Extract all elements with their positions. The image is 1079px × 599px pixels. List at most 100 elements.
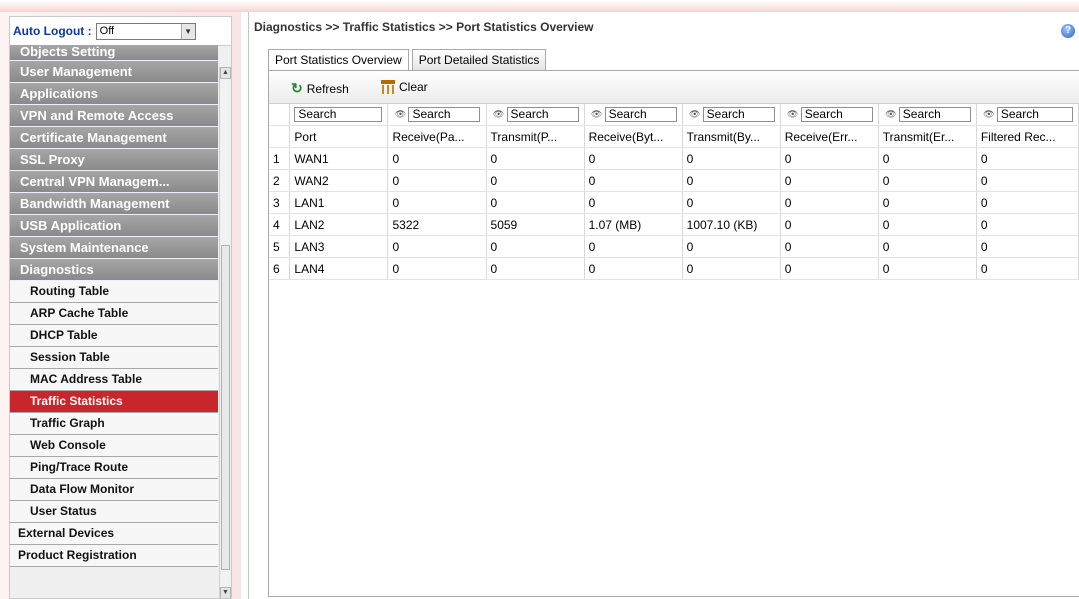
table-cell: 0 xyxy=(387,169,487,192)
table-cell: 0 xyxy=(780,147,879,170)
sidebar-subitem-ping-trace-route[interactable]: Ping/Trace Route xyxy=(10,457,218,479)
help-icon[interactable]: ? xyxy=(1061,24,1075,38)
table-cell: WAN1 xyxy=(289,147,389,170)
table-cell: 0 xyxy=(682,235,781,258)
clear-button[interactable]: Clear xyxy=(381,80,428,94)
table-cell: 0 xyxy=(878,191,977,214)
filter-eye-icon[interactable]: 👁 xyxy=(491,109,507,120)
table-row[interactable]: 2 WAN2 0 0 0 0 0 0 0 xyxy=(269,169,1079,192)
filter-eye-icon[interactable]: 👁 xyxy=(785,109,801,120)
auto-logout-value: Off xyxy=(99,25,115,37)
sidebar-subitem-user-status[interactable]: User Status xyxy=(10,501,218,523)
table-row[interactable]: 1 WAN1 0 0 0 0 0 0 0 xyxy=(269,147,1079,170)
table-cell: 0 xyxy=(780,213,879,236)
table-row[interactable]: 3 LAN1 0 0 0 0 0 0 0 xyxy=(269,191,1079,214)
column-header-filtered-rec[interactable]: Filtered Rec... xyxy=(976,125,1079,148)
search-input[interactable]: Search xyxy=(604,107,677,122)
table-cell: 0 xyxy=(780,257,879,280)
sidebar-subitem-arp-cache-table[interactable]: ARP Cache Table xyxy=(10,303,218,325)
row-number: 4 xyxy=(269,213,291,236)
scroll-up-icon[interactable]: ▲ xyxy=(220,67,231,79)
sidebar-subitem-session-table[interactable]: Session Table xyxy=(10,347,218,369)
sidebar-item-ssl-proxy[interactable]: SSL Proxy xyxy=(10,149,218,171)
scroll-thumb[interactable] xyxy=(221,245,230,570)
search-input[interactable]: Search xyxy=(506,107,579,122)
search-box: Search xyxy=(294,107,383,122)
table-cell: 0 xyxy=(976,191,1079,214)
sidebar-item-external-devices[interactable]: External Devices xyxy=(10,523,218,545)
column-header-transmit-p[interactable]: Transmit(P... xyxy=(486,125,585,148)
sidebar-item-certificate-management[interactable]: Certificate Management xyxy=(10,127,218,149)
filter-eye-icon[interactable]: 👁 xyxy=(883,109,899,120)
filter-eye-icon[interactable]: 👁 xyxy=(589,109,605,120)
column-header-transmit-er[interactable]: Transmit(Er... xyxy=(878,125,977,148)
filter-eye-icon[interactable]: 👁 xyxy=(392,109,408,120)
sidebar-subitem-traffic-statistics[interactable]: Traffic Statistics xyxy=(10,391,218,413)
tab-port-statistics-overview[interactable]: Port Statistics Overview xyxy=(268,49,409,71)
table-cell: 0 xyxy=(486,147,585,170)
main-content: Diagnostics >> Traffic Statistics >> Por… xyxy=(248,12,1079,599)
search-row-spacer xyxy=(269,104,291,126)
sidebar-scrollbar[interactable]: ▲ ▼ xyxy=(219,67,231,598)
table-row[interactable]: 5 LAN3 0 0 0 0 0 0 0 xyxy=(269,235,1079,258)
table-cell: 0 xyxy=(584,147,683,170)
refresh-label: Refresh xyxy=(306,81,349,96)
scroll-down-icon[interactable]: ▼ xyxy=(220,587,231,598)
sidebar-item-product-registration[interactable]: Product Registration xyxy=(10,545,218,567)
sidebar-item-central-vpn-managem[interactable]: Central VPN Managem... xyxy=(10,171,218,193)
tab-port-detailed-statistics[interactable]: Port Detailed Statistics xyxy=(411,49,547,70)
search-input[interactable]: Search xyxy=(898,107,971,122)
table-cell: 0 xyxy=(682,191,781,214)
sidebar-item-bandwidth-management[interactable]: Bandwidth Management xyxy=(10,193,218,215)
sidebar-subitem-web-console[interactable]: Web Console xyxy=(10,435,218,457)
sidebar-subitem-traffic-graph[interactable]: Traffic Graph xyxy=(10,413,218,435)
table-cell: 0 xyxy=(486,235,585,258)
table-cell: 0 xyxy=(976,235,1079,258)
column-header-port[interactable]: Port xyxy=(289,125,389,148)
filter-eye-icon[interactable]: 👁 xyxy=(687,109,703,120)
search-input[interactable]: Search xyxy=(702,107,775,122)
search-input[interactable]: Search xyxy=(408,107,481,122)
sidebar-item-system-maintenance[interactable]: System Maintenance xyxy=(10,237,218,259)
search-box: 👁 Search xyxy=(687,107,776,122)
breadcrumb: Diagnostics >> Traffic Statistics >> Por… xyxy=(254,20,594,34)
sidebar-item-applications[interactable]: Applications xyxy=(10,83,218,105)
table-cell: 5322 xyxy=(387,213,487,236)
sidebar-item-objects-setting[interactable]: Objects Setting xyxy=(10,45,218,61)
search-input[interactable]: Search xyxy=(294,107,383,122)
table-cell: LAN2 xyxy=(289,213,389,236)
sidebar-subitem-dhcp-table[interactable]: DHCP Table xyxy=(10,325,218,347)
auto-logout-select[interactable]: Off ▼ xyxy=(95,22,196,40)
sidebar-subitem-routing-table[interactable]: Routing Table xyxy=(10,281,218,303)
table-cell: 0 xyxy=(878,235,977,258)
column-header-transmit-by[interactable]: Transmit(By... xyxy=(682,125,781,148)
sidebar-subitem-data-flow-monitor[interactable]: Data Flow Monitor xyxy=(10,479,218,501)
grid-toolbar: ↻ Refresh Clear xyxy=(269,71,1079,104)
sidebar-item-user-management[interactable]: User Management xyxy=(10,61,218,83)
chevron-down-icon[interactable]: ▼ xyxy=(180,23,195,39)
sidebar-item-usb-application[interactable]: USB Application xyxy=(10,215,218,237)
search-input[interactable]: Search xyxy=(996,107,1073,122)
search-box: 👁 Search xyxy=(589,107,678,122)
table-cell: 1007.10 (KB) xyxy=(682,213,781,236)
row-number: 1 xyxy=(269,147,291,170)
table-cell: 0 xyxy=(387,147,487,170)
table-cell: 0 xyxy=(976,213,1079,236)
column-header-receive-byt[interactable]: Receive(Byt... xyxy=(584,125,683,148)
search-cell: 👁 Search xyxy=(584,104,683,126)
tab-bar: Port Statistics Overview Port Detailed S… xyxy=(268,49,549,71)
auto-logout-label: Auto Logout : xyxy=(13,24,92,38)
column-header-receive-err[interactable]: Receive(Err... xyxy=(780,125,879,148)
search-cell: 👁 Search xyxy=(387,104,487,126)
table-row[interactable]: 6 LAN4 0 0 0 0 0 0 0 xyxy=(269,257,1079,280)
table-row[interactable]: 4 LAN2 5322 5059 1.07 (MB) 1007.10 (KB) 0 0 0 xyxy=(269,213,1079,236)
sidebar-item-vpn-and-remote-access[interactable]: VPN and Remote Access xyxy=(10,105,218,127)
filter-eye-icon[interactable]: 👁 xyxy=(981,109,997,120)
sidebar-menu: Objects Setting User Management Applicatio… xyxy=(10,45,218,567)
sidebar-item-diagnostics[interactable]: Diagnostics xyxy=(10,259,218,281)
column-header-receive-pa[interactable]: Receive(Pa... xyxy=(387,125,487,148)
search-input[interactable]: Search xyxy=(800,107,873,122)
sidebar-subitem-mac-address-table[interactable]: MAC Address Table xyxy=(10,369,218,391)
refresh-button[interactable]: ↻ Refresh xyxy=(291,80,349,97)
port-statistics-table: Search 👁 Search 👁 Search 👁 Search 👁 Search 👁 Searc… xyxy=(269,104,1079,280)
